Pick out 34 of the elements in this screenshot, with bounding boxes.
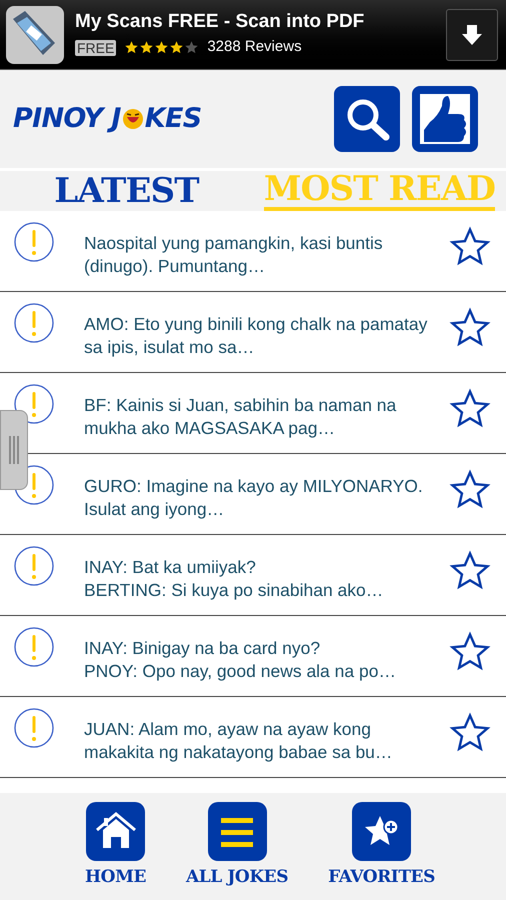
alert-icon	[14, 708, 54, 748]
star-icon[interactable]	[449, 712, 491, 754]
joke-text: GURO: Imagine na kayo ay MILYONARYO. Isulat ang iyong…	[84, 475, 424, 521]
download-arrow-icon	[461, 24, 483, 46]
alert-icon	[14, 384, 54, 424]
star-icon[interactable]	[449, 307, 491, 349]
like-button[interactable]	[412, 86, 478, 152]
tab[interactable]: LATEST	[54, 173, 199, 209]
joke-text: BF: Kainis si Juan, sabihin ba naman na mukha ako MAGSASAKA pag…	[84, 394, 398, 440]
star-icon[interactable]	[449, 631, 491, 673]
joke-text: AMO: Eto yung binili kong chalk na pamatay sa ipis, isulat mo sa…	[84, 313, 428, 359]
price-badge: FREE	[75, 40, 116, 56]
ad-title: My Scans FREE - Scan into PDF	[75, 10, 366, 34]
alert-icon	[14, 546, 54, 586]
star-icon[interactable]	[449, 550, 491, 592]
app-logo: PINOY J KES	[13, 102, 202, 136]
star-icon[interactable]	[449, 469, 491, 511]
alert-icon	[14, 303, 54, 343]
alert-icon	[14, 222, 54, 262]
review-count: 3288 Reviews	[207, 37, 302, 58]
drawer-handle[interactable]	[0, 410, 28, 490]
thumbs-up-icon	[418, 92, 472, 146]
alert-icon	[14, 627, 54, 667]
search-button[interactable]	[334, 86, 400, 152]
joke-text: Naospital yung pamangkin, kasi buntis (dinugo). Pumuntang…	[84, 232, 384, 278]
joke-text: INAY: Bat ka umiiyak? BERTING: Si kuya po sinabihan ako…	[84, 556, 384, 602]
nav-button[interactable]: ALL JOKES	[186, 802, 288, 900]
star-icon[interactable]	[449, 226, 491, 268]
joke-text: INAY: Binigay na ba card nyo? PNOY: Opo nay, good news ala na po…	[84, 637, 397, 683]
nav-button[interactable]: FAVORITES	[328, 802, 435, 900]
scanner-app-icon[interactable]	[5, 4, 65, 64]
star-icon[interactable]	[449, 388, 491, 430]
download-button[interactable]	[446, 8, 498, 60]
joke-text: JUAN: Alam mo, ayaw na ayaw kong makakita ng nakatayong babae sa bu…	[84, 718, 394, 764]
